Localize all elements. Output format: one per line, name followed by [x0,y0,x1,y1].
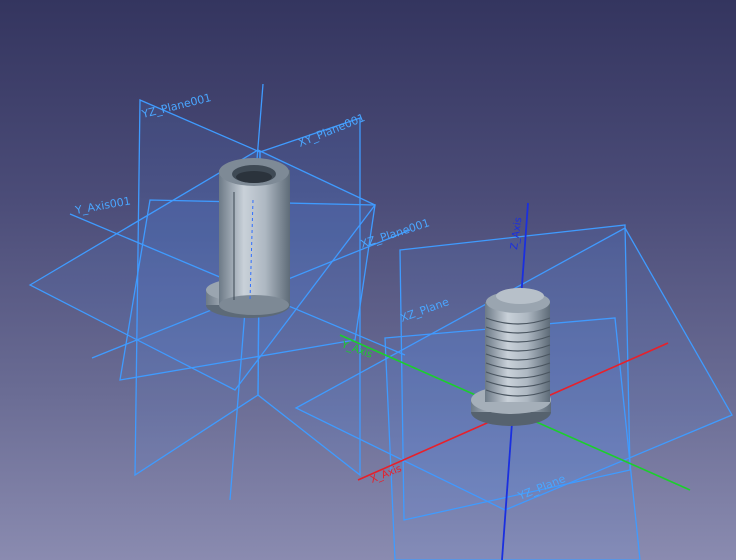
3d-viewport[interactable]: YZ_Plane001 XY_Plane001 Y_Axis001 XZ_Pla… [0,0,736,560]
scene-svg[interactable]: YZ_Plane001 XY_Plane001 Y_Axis001 XZ_Pla… [0,0,736,560]
label-left-y-axis: Y_Axis001 [73,194,131,217]
